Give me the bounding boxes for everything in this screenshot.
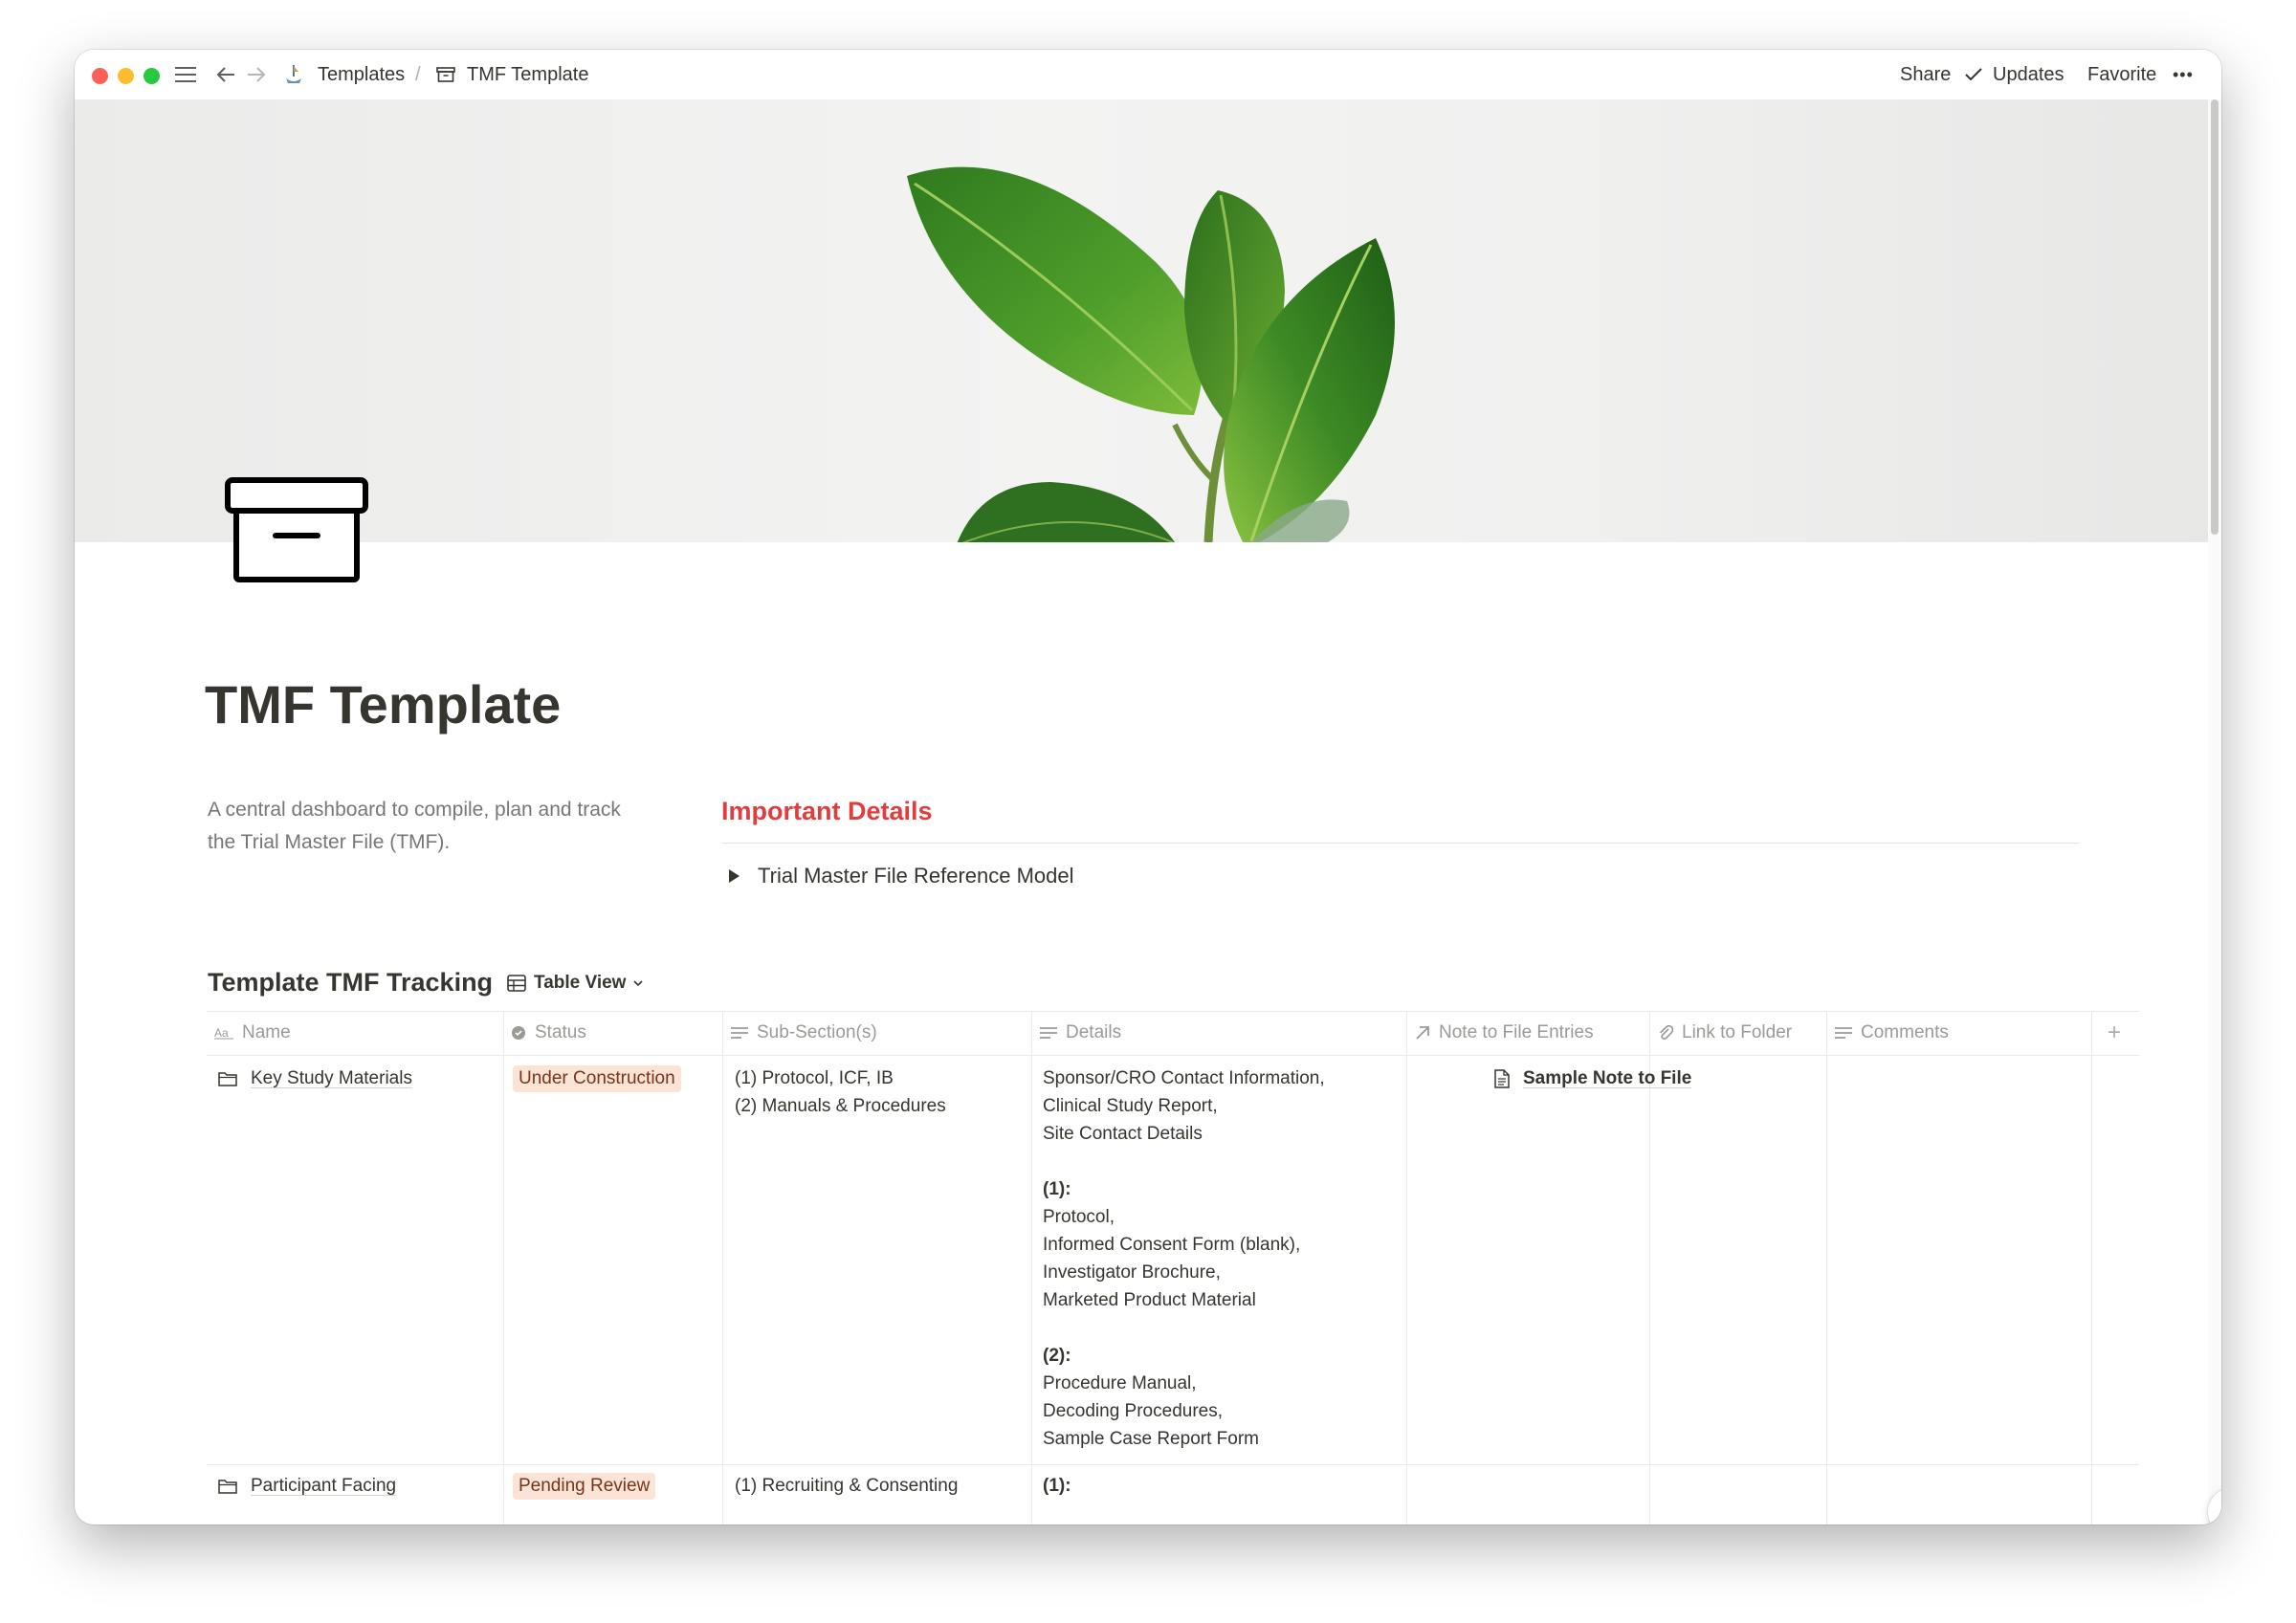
breadcrumb-current-page[interactable]: TMF Template bbox=[467, 62, 588, 87]
table-view-selector[interactable]: Table View bbox=[507, 969, 652, 998]
cover-image[interactable] bbox=[75, 99, 2208, 542]
chevron-down-icon bbox=[633, 980, 644, 987]
scrollbar-thumb[interactable] bbox=[2211, 99, 2219, 535]
column-header-status[interactable]: Status bbox=[511, 1011, 586, 1055]
details-cell[interactable]: (1): bbox=[1043, 1472, 1071, 1500]
favorite-button[interactable]: Favorite bbox=[2087, 62, 2156, 87]
status-cell[interactable]: Under Construction bbox=[513, 1064, 681, 1092]
status-cell[interactable]: Pending Review bbox=[513, 1472, 656, 1500]
subsections-cell[interactable]: (1) Protocol, ICF, IB (2) Manuals & Proc… bbox=[735, 1064, 946, 1120]
column-divider bbox=[503, 1011, 504, 1524]
column-header-details[interactable]: Details bbox=[1040, 1011, 1121, 1055]
folder-icon bbox=[218, 1071, 237, 1086]
view-label: Table View bbox=[534, 973, 627, 993]
status-badge: Pending Review bbox=[513, 1473, 656, 1500]
toggle-label: Trial Master File Reference Model bbox=[758, 864, 1074, 888]
minimize-window-button[interactable] bbox=[118, 68, 134, 84]
title-bar: Templates / TMF Template Share Updates F… bbox=[75, 50, 2221, 99]
updates-button[interactable]: Updates bbox=[1993, 62, 2064, 87]
table-row-name[interactable]: Key Study Materials bbox=[218, 1064, 412, 1092]
column-header-subsections[interactable]: Sub-Section(s) bbox=[731, 1011, 877, 1055]
column-header-note-to-file[interactable]: Note to File Entries bbox=[1415, 1011, 1594, 1055]
breadcrumb-separator: / bbox=[415, 64, 421, 85]
column-header-comments[interactable]: Comments bbox=[1835, 1011, 1949, 1055]
row-divider bbox=[207, 1464, 2139, 1465]
toggle-triangle-icon[interactable] bbox=[729, 869, 740, 883]
table-icon bbox=[507, 975, 526, 992]
forward-arrow-icon[interactable] bbox=[245, 61, 268, 88]
column-divider bbox=[2091, 1011, 2092, 1524]
archive-box-icon bbox=[434, 61, 457, 88]
sidebar-menu-icon[interactable] bbox=[172, 61, 199, 88]
page-title[interactable]: TMF Template bbox=[205, 671, 561, 738]
document-icon bbox=[1494, 1068, 1510, 1088]
folder-icon bbox=[218, 1479, 237, 1494]
status-badge: Under Construction bbox=[513, 1065, 681, 1092]
text-lines-icon bbox=[1040, 1027, 1057, 1039]
column-divider bbox=[1031, 1011, 1032, 1524]
zoom-window-button[interactable] bbox=[144, 68, 160, 84]
note-to-file-link[interactable]: Sample Note to File bbox=[1494, 1064, 1691, 1092]
paperclip-icon bbox=[1659, 1024, 1673, 1040]
column-divider bbox=[1406, 1011, 1407, 1524]
share-button[interactable]: Share bbox=[1900, 62, 1951, 87]
breadcrumb-templates[interactable]: Templates bbox=[318, 62, 405, 87]
column-divider bbox=[1826, 1011, 1827, 1524]
header-bottom-border bbox=[207, 1055, 2139, 1056]
close-window-button[interactable] bbox=[92, 68, 108, 84]
important-details-heading: Important Details bbox=[721, 797, 933, 825]
column-header-link-to-folder[interactable]: Link to Folder bbox=[1658, 1011, 1792, 1055]
column-header-name[interactable]: Aa Name bbox=[214, 1011, 291, 1055]
tmf-tracking-table: Aa Name Status Sub-Section(s) Details No… bbox=[207, 1011, 2139, 1524]
page-description: A central dashboard to compile, plan and… bbox=[208, 799, 621, 853]
checkmark-icon bbox=[1963, 61, 1984, 88]
table-row-name[interactable]: Participant Facing bbox=[218, 1472, 396, 1500]
subsections-cell[interactable]: (1) Recruiting & Consenting bbox=[735, 1472, 958, 1500]
add-column-button[interactable]: + bbox=[2108, 1011, 2121, 1055]
text-icon: Aa bbox=[214, 1026, 233, 1040]
database-title[interactable]: Template TMF Tracking bbox=[208, 965, 493, 999]
heading-divider bbox=[721, 843, 2080, 844]
text-lines-icon bbox=[1835, 1027, 1852, 1039]
column-divider bbox=[722, 1011, 723, 1524]
toggle-reference-model[interactable]: Trial Master File Reference Model bbox=[729, 860, 1074, 892]
relation-arrow-icon bbox=[1416, 1026, 1429, 1040]
page-archive-icon[interactable] bbox=[224, 476, 369, 583]
back-arrow-icon[interactable] bbox=[214, 61, 237, 88]
plant-leaves-illustration bbox=[907, 166, 1395, 542]
svg-text:Aa: Aa bbox=[214, 1026, 229, 1040]
templates-page-icon bbox=[281, 61, 306, 88]
status-icon bbox=[512, 1026, 525, 1040]
text-lines-icon bbox=[731, 1027, 748, 1039]
details-cell[interactable]: Sponsor/CRO Contact Information, Clinica… bbox=[1043, 1064, 1325, 1453]
more-options-button[interactable]: ••• bbox=[2173, 62, 2194, 87]
app-window: Templates / TMF Template Share Updates F… bbox=[75, 50, 2221, 1524]
